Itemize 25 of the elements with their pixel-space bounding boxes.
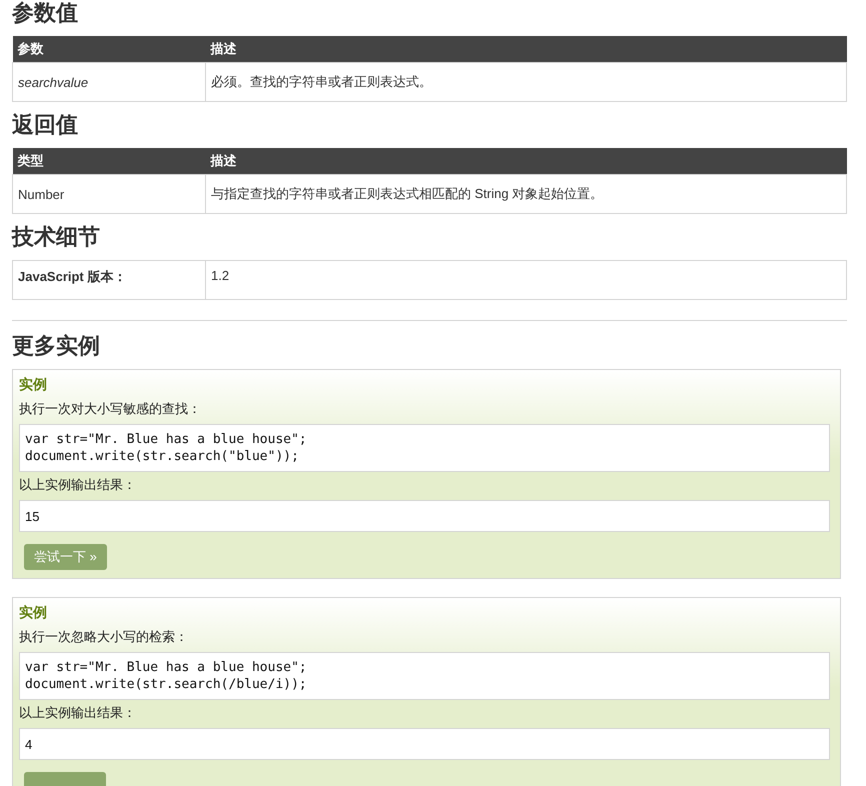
- column-header: 描述: [206, 148, 846, 174]
- section-heading: 更多实例: [12, 333, 100, 359]
- table-cell: 1.2: [206, 260, 846, 300]
- output-box: 4: [19, 728, 830, 760]
- example-title: 实例: [19, 604, 47, 622]
- example-description: 执行一次忽略大小写的检索：: [19, 628, 188, 646]
- column-header: 描述: [206, 36, 846, 62]
- output-box: 15: [19, 500, 830, 532]
- section-heading: 返回值: [12, 112, 78, 138]
- code-block: var str="Mr. Blue has a blue house"; document.write(str.search("blue"));: [19, 424, 830, 472]
- output-label: 以上实例输出结果：: [19, 704, 136, 722]
- section-heading: 技术细节: [12, 224, 100, 250]
- example-title: 实例: [19, 376, 47, 394]
- table-cell: JavaScript 版本：: [12, 260, 206, 300]
- output-label: 以上实例输出结果：: [19, 476, 136, 494]
- column-header: 类型: [12, 148, 206, 174]
- example-description: 执行一次对大小写敏感的查找：: [19, 400, 201, 418]
- section-heading: 参数值: [12, 0, 78, 26]
- code-block: var str="Mr. Blue has a blue house"; document.write(str.search(/blue/i));: [19, 652, 830, 700]
- table-cell: searchvalue: [12, 62, 206, 102]
- table-cell: Number: [12, 174, 206, 214]
- try-it-button[interactable]: 尝试一下 »: [24, 544, 107, 570]
- table-cell: 必须。查找的字符串或者正则表达式。: [206, 62, 846, 102]
- column-header: 参数: [12, 36, 206, 62]
- table-cell: 与指定查找的字符串或者正则表达式相匹配的 String 对象起始位置。: [206, 174, 846, 214]
